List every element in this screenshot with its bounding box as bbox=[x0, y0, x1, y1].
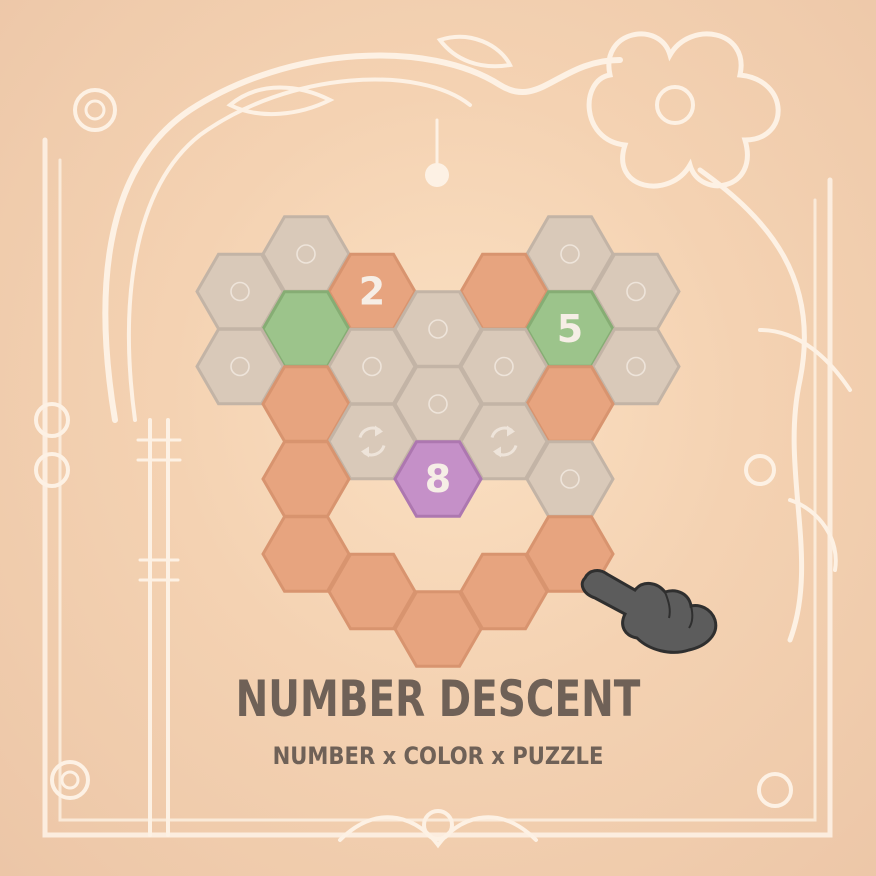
cell-number: 5 bbox=[557, 307, 583, 351]
cell-number: 8 bbox=[425, 457, 451, 501]
pointing-hand-icon bbox=[580, 569, 718, 654]
cell-number: 2 bbox=[359, 270, 385, 314]
game-title: NUMBER DESCENT bbox=[235, 670, 641, 728]
game-subtitle: NUMBER x COLOR x PUZZLE bbox=[272, 742, 604, 770]
